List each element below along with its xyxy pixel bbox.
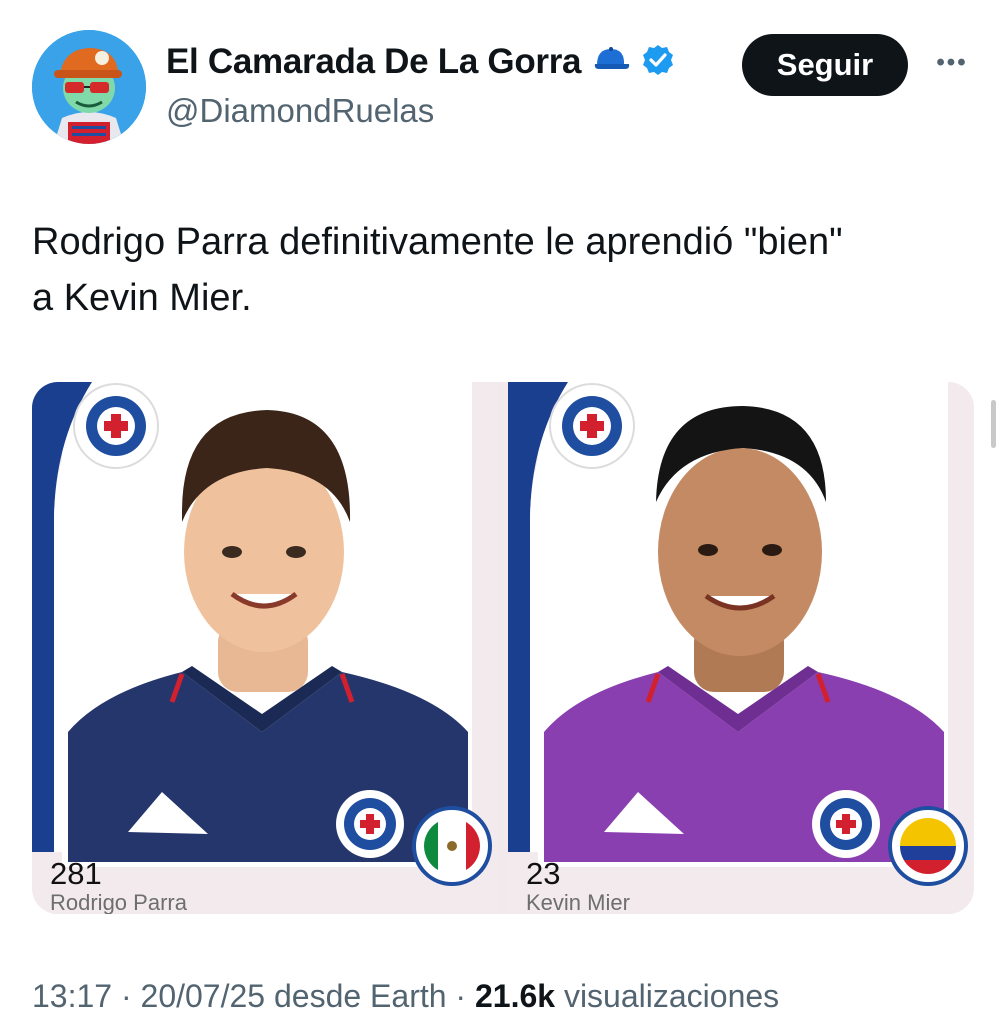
player-sticker-1 — [32, 382, 498, 914]
author-name-row: El Camarada De La Gorra — [166, 42, 675, 82]
avatar[interactable] — [32, 30, 146, 144]
player-number: 281 — [50, 856, 102, 891]
author-display-name[interactable]: El Camarada De La Gorra — [166, 42, 582, 82]
tweet-text: Rodrigo Parra definitivamente le aprendi… — [32, 214, 982, 326]
views-label: visualizaciones — [563, 978, 780, 1014]
media-card-1[interactable]: 281 Rodrigo Parra — [32, 382, 498, 914]
player-number: 23 — [526, 856, 561, 891]
blue-cap-icon — [591, 45, 631, 80]
tweet-time[interactable]: 13:17 — [32, 978, 112, 1014]
tweet-header: El Camarada De La Gorra @DiamondRuelas S… — [32, 30, 976, 150]
scrollbar[interactable] — [991, 400, 996, 448]
tweet-date[interactable]: 20/07/25 — [141, 978, 266, 1014]
player-name: Kevin Mier — [526, 890, 630, 914]
more-options-icon[interactable]: ••• — [930, 48, 974, 78]
tweet-media[interactable]: 281 Rodrigo Parra 23 Kevin Mier — [32, 382, 974, 914]
meta-separator: · — [455, 978, 467, 1014]
meta-separator: · — [120, 978, 132, 1014]
tweet-meta: 13:17 · 20/07/25 desde Earth · 21.6k vis… — [32, 978, 779, 1015]
player-name: Rodrigo Parra — [50, 890, 187, 914]
follow-button[interactable]: Seguir — [742, 34, 908, 96]
author-handle[interactable]: @DiamondRuelas — [166, 92, 434, 130]
verified-badge-icon — [641, 43, 675, 82]
views-count: 21.6k — [474, 978, 556, 1014]
tweet-source: desde Earth — [273, 978, 447, 1014]
media-card-2[interactable]: 23 Kevin Mier — [508, 382, 974, 914]
tweet-text-line-1: Rodrigo Parra definitivamente le aprendi… — [32, 221, 843, 263]
player-sticker-2 — [508, 382, 974, 914]
tweet-text-line-2: a Kevin Mier. — [32, 277, 252, 319]
